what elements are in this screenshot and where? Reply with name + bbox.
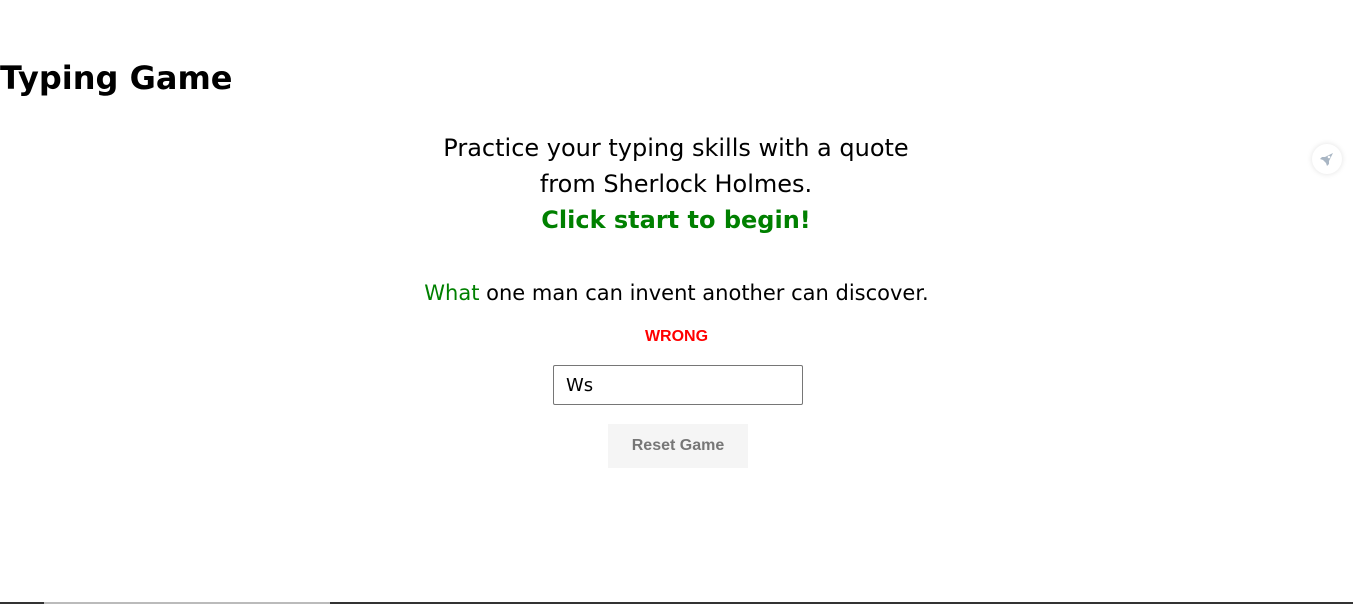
page-title: Typing Game bbox=[0, 59, 233, 97]
status-message: WRONG bbox=[644, 328, 709, 345]
intro-line-1: Practice your typing skills with a quote bbox=[443, 134, 909, 162]
intro-line-2: from Sherlock Holmes. bbox=[539, 170, 813, 198]
rocket-icon bbox=[1320, 153, 1333, 166]
call-to-action: Click start to begin! bbox=[541, 206, 811, 234]
quote: What one man can invent another can disc… bbox=[0, 278, 1353, 308]
intro-text: Practice your typing skills with a quote… bbox=[426, 130, 926, 238]
reset-game-button[interactable]: Reset Game bbox=[608, 424, 748, 468]
quote-typed-word: What bbox=[424, 281, 480, 305]
quote-remaining-text: one man can invent another can discover. bbox=[479, 281, 929, 305]
typing-input[interactable] bbox=[553, 365, 803, 405]
page: Typing Game Practice your typing skills … bbox=[0, 0, 1353, 604]
side-widget-button[interactable] bbox=[1312, 144, 1342, 174]
